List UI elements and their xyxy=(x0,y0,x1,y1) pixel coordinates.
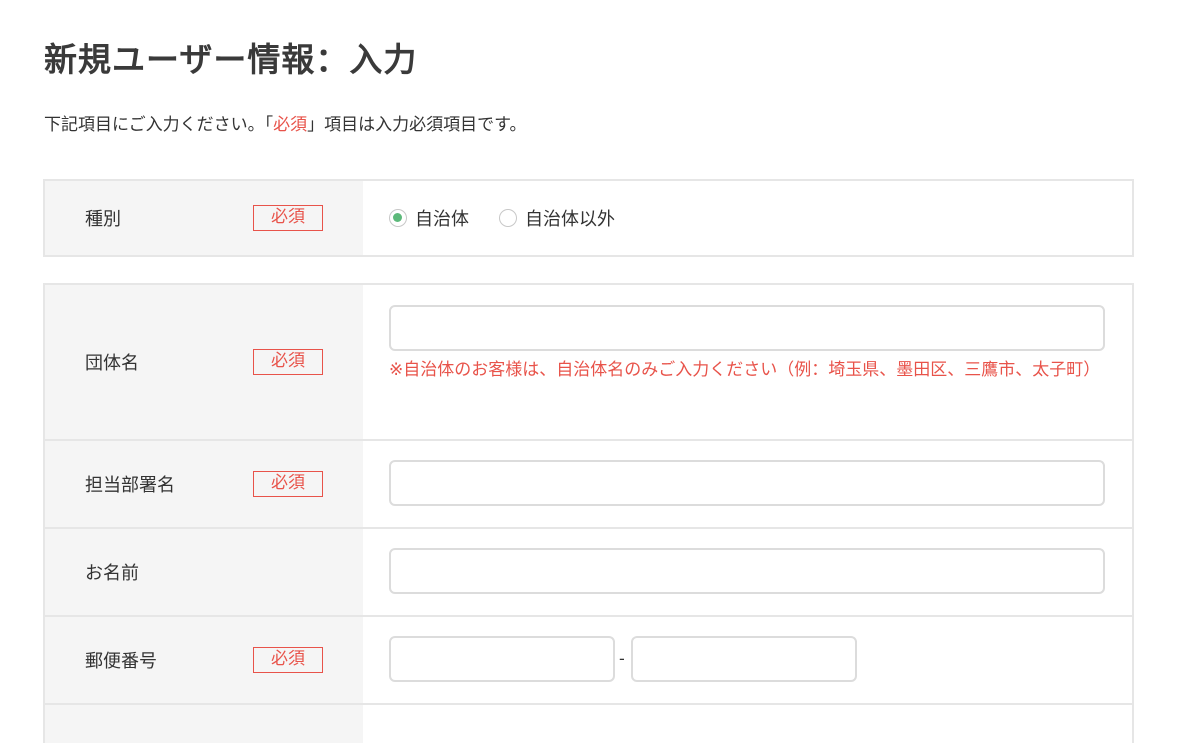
page-title: 新規ユーザー情報：入力 xyxy=(44,40,418,79)
radio-option-municipality[interactable]: 自治体 xyxy=(389,205,469,231)
form-row-postal-code: 郵便番号 必須 - xyxy=(45,615,1132,703)
field-label-name: お名前 xyxy=(85,563,139,584)
intro-text: 下記項目にご入力ください。「必須」項目は入力必須項目です。 xyxy=(44,112,526,138)
org-name-input[interactable] xyxy=(389,305,1105,351)
label-cell-postal-code: 郵便番号 必須 xyxy=(45,617,363,703)
form-row-department: 担当部署名 必須 xyxy=(45,439,1132,527)
label-cell-org-name: 団体名 必須 xyxy=(45,285,363,439)
label-cell-type: 種別 必須 xyxy=(45,181,363,255)
field-label-type: 種別 xyxy=(85,209,121,230)
radio-checked-icon[interactable] xyxy=(389,209,407,227)
field-cell-department xyxy=(363,441,1132,527)
intro-text-before: 下記項目にご入力ください。「 xyxy=(44,115,274,135)
radio-option-non-municipality[interactable]: 自治体以外 xyxy=(499,205,615,231)
form-row-next xyxy=(45,703,1132,743)
department-input[interactable] xyxy=(389,460,1105,506)
intro-required-word: 必須 xyxy=(273,115,308,135)
postal-code-first-input[interactable] xyxy=(389,636,615,682)
required-badge: 必須 xyxy=(253,647,323,673)
required-badge: 必須 xyxy=(253,205,323,231)
required-badge: 必須 xyxy=(253,349,323,375)
postal-code-second-input[interactable] xyxy=(631,636,857,682)
field-label-org-name: 団体名 xyxy=(85,353,139,374)
radio-label-municipality: 自治体 xyxy=(415,209,469,230)
form-row-org-name: 団体名 必須 ※自治体のお客様は、自治体名のみご入力ください（例：埼玉県、墨田区… xyxy=(45,285,1132,439)
form-row-name: お名前 xyxy=(45,527,1132,615)
main-form-section: 団体名 必須 ※自治体のお客様は、自治体名のみご入力ください（例：埼玉県、墨田区… xyxy=(43,283,1134,743)
required-badge: 必須 xyxy=(253,471,323,497)
org-name-note: ※自治体のお客様は、自治体名のみご入力ください（例：埼玉県、墨田区、三鷹市、太子… xyxy=(389,360,1101,380)
postal-code-separator: - xyxy=(619,649,625,668)
field-cell-postal-code: - xyxy=(363,617,1132,703)
field-cell-name xyxy=(363,529,1132,615)
name-input[interactable] xyxy=(389,548,1105,594)
field-cell-org-name: ※自治体のお客様は、自治体名のみご入力ください（例：埼玉県、墨田区、三鷹市、太子… xyxy=(363,285,1132,439)
intro-text-after: 」項目は入力必須項目です。 xyxy=(307,115,527,135)
type-radio-group: 自治体 自治体以外 xyxy=(389,205,645,231)
field-cell-type: 自治体 自治体以外 xyxy=(363,181,1132,255)
type-section: 種別 必須 自治体 自治体以外 xyxy=(43,179,1134,257)
field-label-department: 担当部署名 xyxy=(85,475,175,496)
radio-label-non-municipality: 自治体以外 xyxy=(525,209,615,230)
radio-unchecked-icon[interactable] xyxy=(499,209,517,227)
label-cell-next xyxy=(45,705,363,743)
field-label-postal-code: 郵便番号 xyxy=(85,651,157,672)
field-cell-next xyxy=(363,705,1132,743)
form-row-type: 種別 必須 自治体 自治体以外 xyxy=(45,181,1132,255)
label-cell-department: 担当部署名 必須 xyxy=(45,441,363,527)
label-cell-name: お名前 xyxy=(45,529,363,615)
